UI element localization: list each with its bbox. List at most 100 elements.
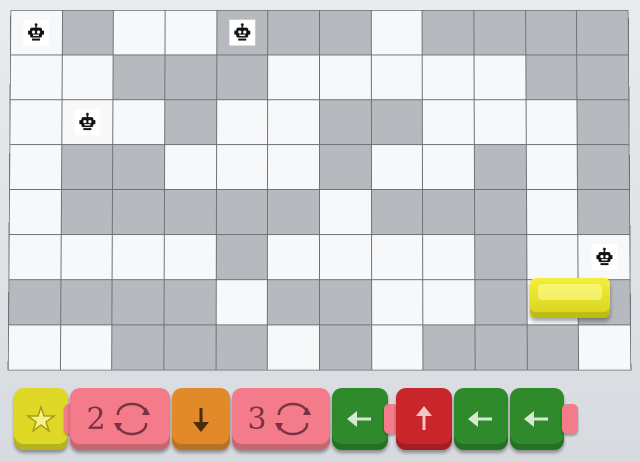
board-cell[interactable]	[62, 11, 113, 55]
board-cell[interactable]	[268, 11, 319, 55]
board-cell[interactable]	[62, 55, 113, 99]
board-cell[interactable]	[372, 145, 423, 189]
board-cell[interactable]	[268, 55, 319, 99]
board-cell[interactable]	[9, 235, 60, 279]
board-cell[interactable]	[372, 280, 423, 324]
board-cell[interactable]	[165, 145, 216, 189]
board-cell[interactable]	[165, 280, 216, 324]
board-cell[interactable]	[10, 100, 61, 144]
board-cell[interactable]	[216, 280, 267, 324]
board-cell[interactable]	[217, 190, 268, 234]
board-cell[interactable]	[114, 55, 165, 99]
board-cell[interactable]	[423, 11, 474, 55]
board-cell[interactable]	[268, 100, 319, 144]
board-cell[interactable]	[578, 100, 629, 144]
board-cell[interactable]	[61, 325, 112, 369]
end-connector[interactable]	[562, 404, 578, 434]
board-cell[interactable]	[10, 190, 61, 234]
yellow-robot-piece[interactable]	[530, 278, 610, 318]
board-cell[interactable]	[113, 235, 164, 279]
board-cell[interactable]	[9, 280, 60, 324]
board-cell[interactable]	[526, 100, 577, 144]
board-cell[interactable]	[423, 100, 474, 144]
board-cell[interactable]	[578, 55, 629, 99]
board-cell[interactable]	[113, 190, 164, 234]
board-cell[interactable]	[9, 325, 60, 369]
board-cell[interactable]	[578, 145, 629, 189]
board-cell[interactable]	[320, 325, 371, 369]
board-cell[interactable]	[526, 55, 577, 99]
start-block[interactable]	[14, 388, 68, 450]
board-cell[interactable]	[372, 190, 423, 234]
board-cell[interactable]	[62, 145, 113, 189]
board-cell[interactable]	[372, 100, 423, 144]
board-cell[interactable]	[423, 55, 474, 99]
board-cell[interactable]	[268, 280, 319, 324]
board-cell[interactable]	[527, 235, 578, 279]
board-cell[interactable]	[320, 235, 371, 279]
board-cell[interactable]	[579, 235, 630, 279]
board-cell[interactable]	[320, 145, 371, 189]
board-cell[interactable]	[216, 325, 267, 369]
move-left-block[interactable]	[510, 388, 564, 450]
board-cell[interactable]	[423, 190, 474, 234]
board-cell[interactable]	[475, 100, 526, 144]
board-cell[interactable]	[371, 55, 422, 99]
move-down-block[interactable]	[172, 388, 230, 450]
board-cell[interactable]	[165, 11, 216, 55]
board-cell[interactable]	[371, 11, 422, 55]
board-cell[interactable]	[11, 55, 62, 99]
board-cell[interactable]	[475, 325, 526, 369]
board-cell[interactable]	[61, 190, 112, 234]
loop-block-2[interactable]: 2	[70, 388, 170, 450]
board-cell[interactable]	[577, 11, 628, 55]
board-cell[interactable]	[424, 280, 475, 324]
board-cell[interactable]	[320, 55, 371, 99]
board-cell[interactable]	[268, 325, 319, 369]
board-cell[interactable]	[423, 235, 474, 279]
board-cell[interactable]	[217, 100, 268, 144]
board-cell[interactable]	[526, 11, 577, 55]
board-cell[interactable]	[165, 190, 216, 234]
board-cell[interactable]	[217, 55, 268, 99]
board-cell[interactable]	[268, 235, 319, 279]
board-cell[interactable]	[579, 325, 630, 369]
board-cell[interactable]	[114, 11, 165, 55]
board-cell[interactable]	[61, 280, 112, 324]
board-cell[interactable]	[11, 11, 62, 55]
board-cell[interactable]	[164, 325, 215, 369]
board-cell[interactable]	[165, 100, 216, 144]
board-cell[interactable]	[475, 55, 526, 99]
board-cell[interactable]	[10, 145, 61, 189]
board-cell[interactable]	[114, 100, 165, 144]
board-cell[interactable]	[423, 145, 474, 189]
board-cell[interactable]	[217, 11, 268, 55]
board-cell[interactable]	[113, 280, 164, 324]
board-cell[interactable]	[474, 11, 525, 55]
board-cell[interactable]	[320, 280, 371, 324]
board-cell[interactable]	[62, 100, 113, 144]
board-cell[interactable]	[320, 11, 370, 55]
board-cell[interactable]	[61, 235, 112, 279]
move-left-block[interactable]	[454, 388, 508, 450]
move-left-block[interactable]	[332, 388, 388, 450]
board-cell[interactable]	[113, 145, 164, 189]
board-cell[interactable]	[112, 325, 163, 369]
board-cell[interactable]	[320, 100, 371, 144]
board-cell[interactable]	[475, 145, 526, 189]
move-up-block[interactable]	[396, 388, 452, 450]
board-cell[interactable]	[268, 190, 319, 234]
board-cell[interactable]	[475, 280, 526, 324]
board-cell[interactable]	[475, 235, 526, 279]
board-cell[interactable]	[372, 235, 423, 279]
board-cell[interactable]	[165, 55, 216, 99]
board-cell[interactable]	[216, 235, 267, 279]
board-cell[interactable]	[526, 145, 577, 189]
board-cell[interactable]	[527, 325, 578, 369]
board-cell[interactable]	[578, 190, 629, 234]
board-cell[interactable]	[424, 325, 475, 369]
board-cell[interactable]	[217, 145, 268, 189]
board-cell[interactable]	[372, 325, 423, 369]
board-cell[interactable]	[475, 190, 526, 234]
loop-block-3[interactable]: 3	[232, 388, 330, 450]
